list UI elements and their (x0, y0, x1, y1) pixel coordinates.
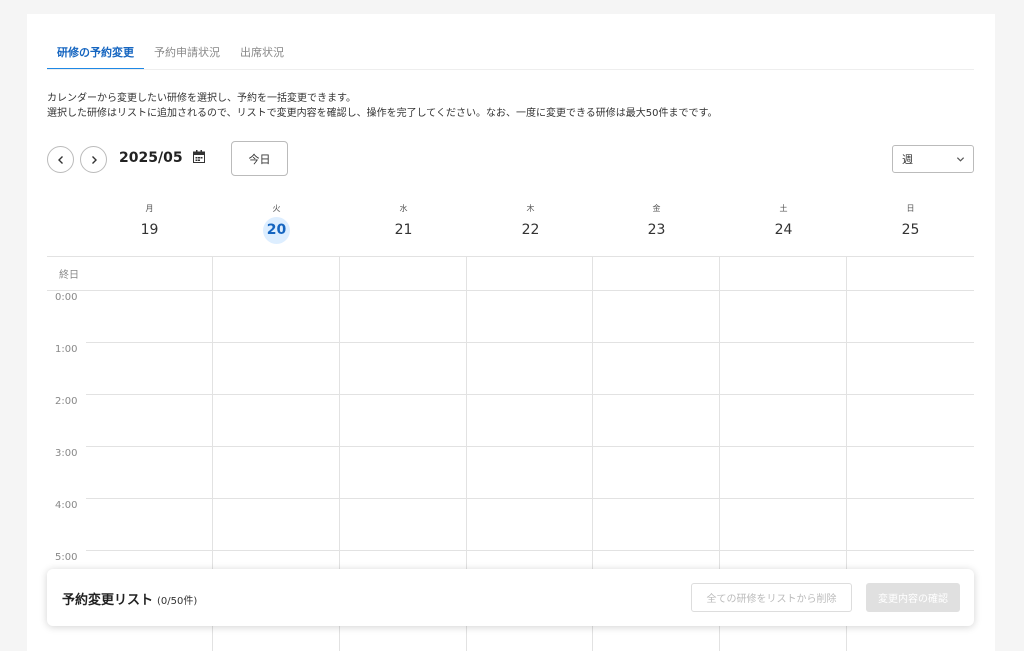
day-header-fri: 金 23 (593, 203, 720, 244)
grid-line-hour (86, 342, 974, 343)
month-label: 2025/05 (119, 150, 183, 166)
time-label: 0:00 (55, 292, 78, 303)
chevron-right-icon (91, 155, 97, 164)
change-list-title-text: 予約変更リスト (62, 593, 154, 608)
day-header-sun: 日 25 (847, 203, 974, 244)
grid-line-hour (86, 446, 974, 447)
change-list-count: (0/50件) (157, 596, 198, 607)
chevron-left-icon (57, 155, 63, 164)
prev-week-button[interactable] (47, 146, 74, 173)
date-number[interactable]: 23 (643, 217, 670, 244)
day-header-thu: 木 22 (467, 203, 594, 244)
grid-line-hour (86, 394, 974, 395)
description-line-1: カレンダーから変更したい研修を選択し、予約を一括変更できます。 (47, 93, 356, 104)
day-header-wed: 水 21 (340, 203, 467, 244)
weekday-label: 土 (779, 204, 788, 213)
time-label: 4:00 (55, 500, 78, 511)
main-card: 研修の予約変更 予約申請状況 出席状況 カレンダーから変更したい研修を選択し、予… (27, 14, 995, 651)
tab-divider (47, 69, 974, 70)
date-number[interactable]: 21 (390, 217, 417, 244)
description: カレンダーから変更したい研修を選択し、予約を一括変更できます。 選択した研修はリ… (47, 91, 977, 121)
grid-line-hour (86, 550, 974, 551)
next-week-button[interactable] (80, 146, 107, 173)
change-list-bar: 予約変更リスト (0/50件) 全ての研修をリストから削除 変更内容の確認 (47, 569, 974, 626)
change-list-title: 予約変更リスト (0/50件) (62, 589, 197, 608)
grid-line-allday (47, 290, 974, 291)
tab-reservation-change[interactable]: 研修の予約変更 (47, 40, 144, 70)
time-label: 5:00 (55, 552, 78, 563)
grid-line-top (47, 256, 974, 257)
weekday-label: 金 (652, 204, 661, 213)
tab-application-status[interactable]: 予約申請状況 (144, 40, 230, 70)
date-number[interactable]: 25 (897, 217, 924, 244)
grid-line-hour (86, 498, 974, 499)
day-header-tue: 火 20 (213, 203, 340, 244)
day-header-sat: 土 24 (720, 203, 847, 244)
day-header-mon: 月 19 (86, 203, 213, 244)
weekday-label: 火 (272, 204, 281, 213)
weekday-label: 水 (399, 204, 408, 213)
date-number-today[interactable]: 20 (263, 217, 290, 244)
clear-list-button[interactable]: 全ての研修をリストから削除 (691, 583, 852, 612)
time-label: 1:00 (55, 344, 78, 355)
description-line-2: 選択した研修はリストに追加されるので、リストで変更内容を確認し、操作を完了してく… (47, 108, 718, 119)
view-select[interactable]: 週 (892, 145, 974, 173)
date-number[interactable]: 19 (136, 217, 163, 244)
time-label: 2:00 (55, 396, 78, 407)
weekday-label: 日 (906, 204, 915, 213)
weekday-label: 木 (526, 204, 535, 213)
weekday-label: 月 (145, 204, 154, 213)
view-select-value: 週 (902, 153, 913, 166)
allday-label: 終日 (59, 270, 79, 281)
tab-bar: 研修の予約変更 予約申請状況 出席状況 (47, 40, 294, 70)
calendar-icon[interactable] (193, 150, 205, 163)
date-number[interactable]: 24 (770, 217, 797, 244)
time-label: 3:00 (55, 448, 78, 459)
date-number[interactable]: 22 (517, 217, 544, 244)
confirm-changes-button[interactable]: 変更内容の確認 (866, 583, 960, 612)
chevron-down-icon (956, 157, 965, 162)
tab-attendance-status[interactable]: 出席状況 (230, 40, 294, 70)
today-button[interactable]: 今日 (231, 141, 288, 176)
